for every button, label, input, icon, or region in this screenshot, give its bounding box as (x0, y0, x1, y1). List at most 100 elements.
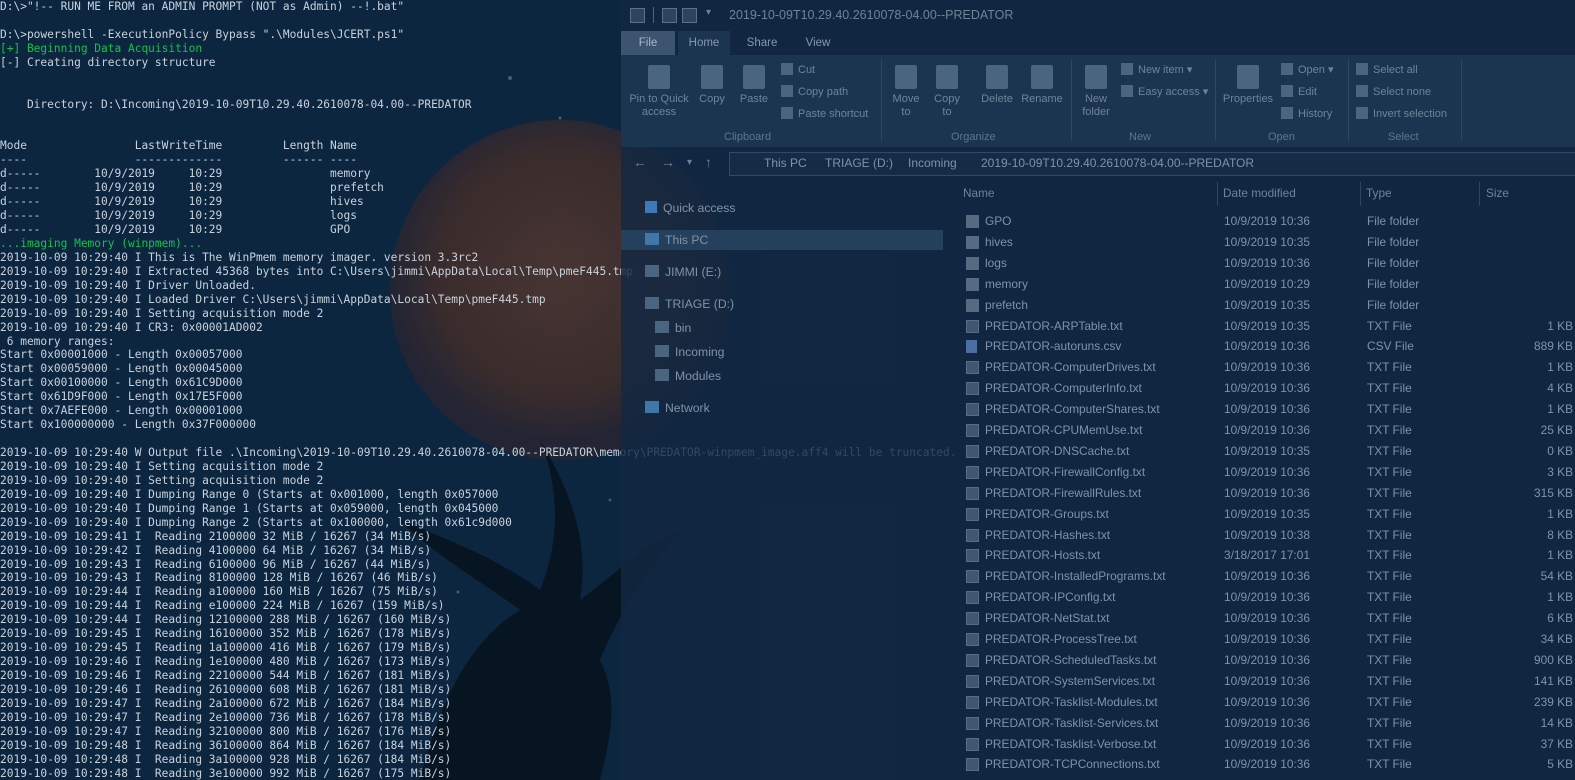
up-arrow-icon[interactable]: ↑ (705, 154, 712, 170)
column-separator[interactable] (1360, 182, 1361, 206)
file-name: PREDATOR-FirewallRules.txt (985, 485, 1142, 500)
file-row[interactable]: PREDATOR-ScheduledTasks.txt 10/9/2019 10:… (951, 650, 1575, 671)
move-to-button[interactable]: Move to (887, 65, 925, 119)
tab-home[interactable]: Home (678, 31, 730, 55)
file-row[interactable]: PREDATOR-ProcessTree.txt 10/9/2019 10:36 T… (951, 629, 1575, 650)
recent-locations-icon[interactable]: ▾ (687, 157, 692, 168)
file-row[interactable]: logs 10/9/2019 10:36 File folder (951, 253, 1575, 274)
tab-share[interactable]: Share (736, 31, 788, 55)
file-row[interactable]: PREDATOR-InstalledPrograms.txt 10/9/2019 … (951, 566, 1575, 587)
file-row[interactable]: PREDATOR-ARPTable.txt 10/9/2019 10:35 TXT … (951, 316, 1575, 337)
nav-modules-folder[interactable]: Modules (655, 366, 721, 386)
column-header-type[interactable]: Type (1366, 186, 1392, 200)
file-row[interactable]: PREDATOR-Groups.txt 10/9/2019 10:35 TXT Fi… (951, 504, 1575, 525)
back-arrow-icon[interactable]: ← (633, 154, 647, 170)
history-button[interactable]: History (1281, 106, 1332, 122)
forward-arrow-icon[interactable]: → (661, 154, 675, 170)
copy-path-button[interactable]: Copy path (781, 84, 848, 100)
paste-button[interactable]: Paste (737, 65, 771, 106)
file-row[interactable]: PREDATOR-SystemServices.txt 10/9/2019 10:… (951, 671, 1575, 692)
file-row[interactable]: PREDATOR-autoruns.csv 10/9/2019 10:36 CSV … (951, 336, 1575, 357)
file-row[interactable]: PREDATOR-Hashes.txt 10/9/2019 10:38 TXT Fi… (951, 525, 1575, 546)
nav-this-pc[interactable]: This PC (621, 230, 943, 250)
file-type: TXT File (1367, 548, 1412, 563)
invert-selection-button[interactable]: Invert selection (1356, 106, 1447, 122)
invert-selection-label: Invert selection (1373, 108, 1447, 120)
nav-network[interactable]: Network (645, 398, 710, 418)
file-row[interactable]: PREDATOR-TCPConnections.txt 10/9/2019 10:… (951, 754, 1575, 775)
file-row[interactable]: PREDATOR-Tasklist-Services.txt 10/9/2019 … (951, 713, 1575, 734)
file-row[interactable]: prefetch 10/9/2019 10:35 File folder (951, 295, 1575, 316)
file-size: 141 KB (1533, 673, 1573, 688)
column-separator[interactable] (1479, 182, 1480, 206)
file-row[interactable]: PREDATOR-Tasklist-Verbose.txt 10/9/2019 1… (951, 734, 1575, 755)
tab-file[interactable]: File (621, 31, 675, 55)
rename-button[interactable]: Rename (1019, 65, 1065, 106)
nav-bin-folder[interactable]: bin (655, 318, 691, 338)
properties-label: Properties (1222, 93, 1274, 105)
move-to-icon (895, 65, 917, 89)
nav-jimmi-drive[interactable]: JIMMI (E:) (645, 262, 721, 282)
breadcrumb-this-pc[interactable]: This PC (764, 156, 807, 170)
address-bar[interactable]: This PC TRIAGE (D:) Incoming 2019-10-09T… (729, 152, 1575, 176)
file-size: 8 KB (1547, 527, 1573, 542)
file-row[interactable]: PREDATOR-ComputerInfo.txt 10/9/2019 10:36… (951, 378, 1575, 399)
copy-to-label: Copy to (934, 93, 960, 118)
file-name: logs (985, 255, 1007, 270)
file-row[interactable]: hives 10/9/2019 10:35 File folder (951, 232, 1575, 253)
select-all-button[interactable]: Select all (1356, 62, 1418, 78)
open-button[interactable]: Open ▾ (1281, 62, 1334, 78)
breadcrumb-incoming[interactable]: Incoming (908, 156, 957, 170)
copy-to-button[interactable]: Copy to (929, 65, 965, 119)
edit-button[interactable]: Edit (1281, 84, 1317, 100)
file-row[interactable]: PREDATOR-NetStat.txt 10/9/2019 10:36 TXT F… (951, 608, 1575, 629)
cut-button[interactable]: Cut (781, 62, 815, 78)
new-item-button[interactable]: New item ▾ (1121, 62, 1192, 78)
file-row[interactable]: PREDATOR-DNSCache.txt 10/9/2019 10:35 TXT … (951, 441, 1575, 462)
select-none-icon (1356, 85, 1368, 97)
breadcrumb-current-folder[interactable]: 2019-10-09T10.29.40.2610078-04.00--PREDA… (981, 156, 1254, 170)
column-separator[interactable] (1217, 182, 1218, 206)
file-row[interactable]: PREDATOR-ComputerShares.txt 10/9/2019 10:… (951, 399, 1575, 420)
file-name: PREDATOR-autoruns.csv (985, 339, 1122, 354)
pin-to-quick-access-button[interactable]: Pin to Quick access (625, 65, 693, 119)
easy-access-button[interactable]: Easy access ▾ (1121, 84, 1208, 100)
new-folder-button[interactable]: New folder (1077, 65, 1115, 119)
properties-quick-icon[interactable] (662, 8, 677, 23)
txt-file-icon (966, 507, 979, 521)
file-row[interactable]: PREDATOR-CPUMemUse.txt 10/9/2019 10:36 TXT… (951, 420, 1575, 441)
file-row[interactable]: PREDATOR-ComputerDrives.txt 10/9/2019 10:… (951, 357, 1575, 378)
file-size: 25 KB (1540, 423, 1573, 437)
copy-icon (701, 65, 723, 89)
file-row[interactable]: memory 10/9/2019 10:29 File folder (951, 274, 1575, 295)
file-date-modified: 10/9/2019 10:36 (1224, 611, 1310, 626)
breadcrumb-triage[interactable]: TRIAGE (D:) (825, 156, 893, 170)
file-row[interactable]: PREDATOR-Tasklist-Modules.txt 10/9/2019 1… (951, 692, 1575, 713)
file-row[interactable]: PREDATOR-IPConfig.txt 10/9/2019 10:36 TXT … (951, 587, 1575, 608)
group-select: Select (1388, 131, 1419, 143)
nav-quick-access[interactable]: Quick access (645, 198, 735, 218)
nav-triage-drive[interactable]: TRIAGE (D:) (645, 294, 734, 314)
file-row[interactable]: PREDATOR-FirewallConfig.txt 10/9/2019 10:… (951, 462, 1575, 483)
new-folder-quick-icon[interactable] (682, 8, 697, 23)
customize-quick-access-icon[interactable]: ▾ (706, 7, 711, 18)
column-header-name[interactable]: Name (963, 186, 994, 200)
file-row[interactable]: PREDATOR-Hosts.txt 3/18/2017 17:01 TXT Fil… (951, 545, 1575, 566)
copy-button[interactable]: Copy (697, 65, 727, 106)
properties-button[interactable]: Properties (1221, 65, 1275, 106)
tab-view[interactable]: View (793, 31, 843, 55)
column-header-date[interactable]: Date modified (1223, 186, 1296, 200)
file-size: 1 KB (1547, 506, 1573, 521)
file-row[interactable]: PREDATOR-FirewallRules.txt 10/9/2019 10:3… (951, 483, 1575, 504)
delete-button[interactable]: Delete (977, 65, 1017, 106)
file-type: File folder (1367, 234, 1420, 249)
file-date-modified: 10/9/2019 10:35 (1224, 318, 1310, 333)
nav-incoming-folder[interactable]: Incoming (655, 342, 724, 362)
select-none-button[interactable]: Select none (1356, 84, 1431, 100)
file-size: 1 KB (1547, 548, 1573, 563)
file-row[interactable]: GPO 10/9/2019 10:36 File folder (951, 211, 1575, 232)
paste-shortcut-button[interactable]: Paste shortcut (781, 106, 868, 122)
column-header-size[interactable]: Size (1486, 186, 1509, 200)
file-name: PREDATOR-ComputerDrives.txt (985, 360, 1156, 375)
file-date-modified: 10/9/2019 10:35 (1224, 506, 1310, 521)
